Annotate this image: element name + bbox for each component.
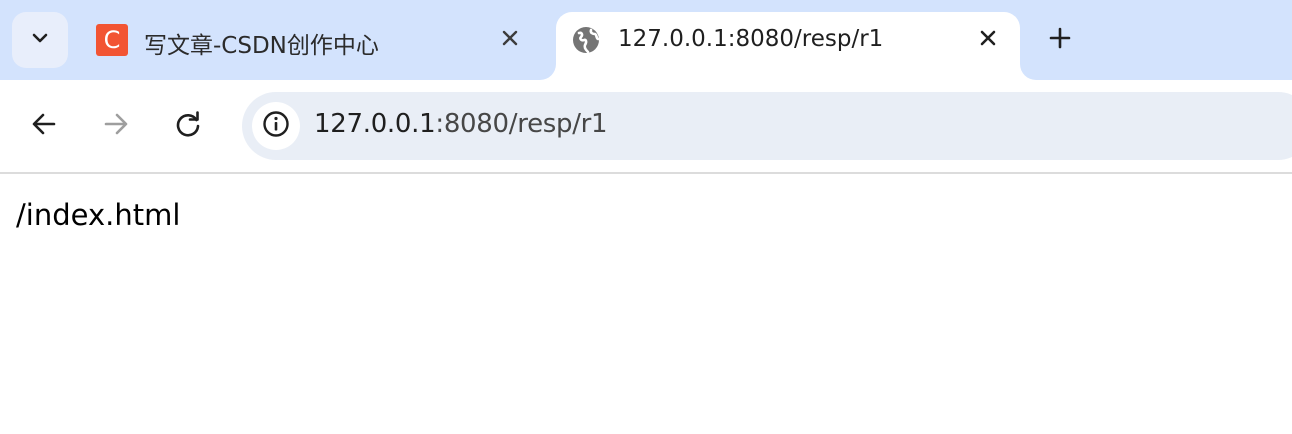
forward-button[interactable] [96, 106, 136, 146]
url-path: :8080/resp/r1 [435, 109, 608, 139]
close-icon [501, 29, 519, 51]
globe-icon [570, 24, 602, 56]
url-host: 127.0.0.1 [314, 109, 436, 139]
reload-button[interactable] [168, 106, 208, 146]
reload-icon [174, 110, 202, 142]
tab-search-button[interactable] [12, 12, 68, 68]
site-info-button[interactable] [252, 102, 300, 150]
url-text[interactable]: 127.0.0.1:8080/resp/r1 [314, 109, 608, 139]
arrow-left-icon [30, 110, 58, 142]
tab-close-button[interactable] [974, 26, 1002, 54]
page-body-text: /index.html [16, 198, 181, 232]
info-icon [262, 110, 290, 142]
close-icon [979, 29, 997, 51]
back-button[interactable] [24, 106, 64, 146]
tab-title: 127.0.0.1:8080/resp/r1 [618, 26, 884, 52]
toolbar: 127.0.0.1:8080/resp/r1 [0, 80, 1292, 174]
address-bar[interactable]: 127.0.0.1:8080/resp/r1 [242, 92, 1292, 160]
arrow-right-icon [102, 110, 130, 142]
tab-strip: C 写文章-CSDN创作中心 127.0.0.1:8080/resp/r1 [0, 0, 1292, 80]
tab-title: 写文章-CSDN创作中心 [144, 33, 379, 59]
chevron-down-icon [30, 28, 50, 52]
new-tab-button[interactable] [1040, 20, 1080, 60]
csdn-logo: C [96, 24, 128, 56]
tab-localhost[interactable]: 127.0.0.1:8080/resp/r1 [556, 12, 1020, 80]
tab-csdn[interactable]: C 写文章-CSDN创作中心 [82, 12, 540, 80]
plus-icon [1048, 26, 1072, 54]
tab-close-button[interactable] [496, 26, 524, 54]
page-content: /index.html [0, 174, 1292, 434]
csdn-favicon-icon: C [96, 24, 128, 56]
